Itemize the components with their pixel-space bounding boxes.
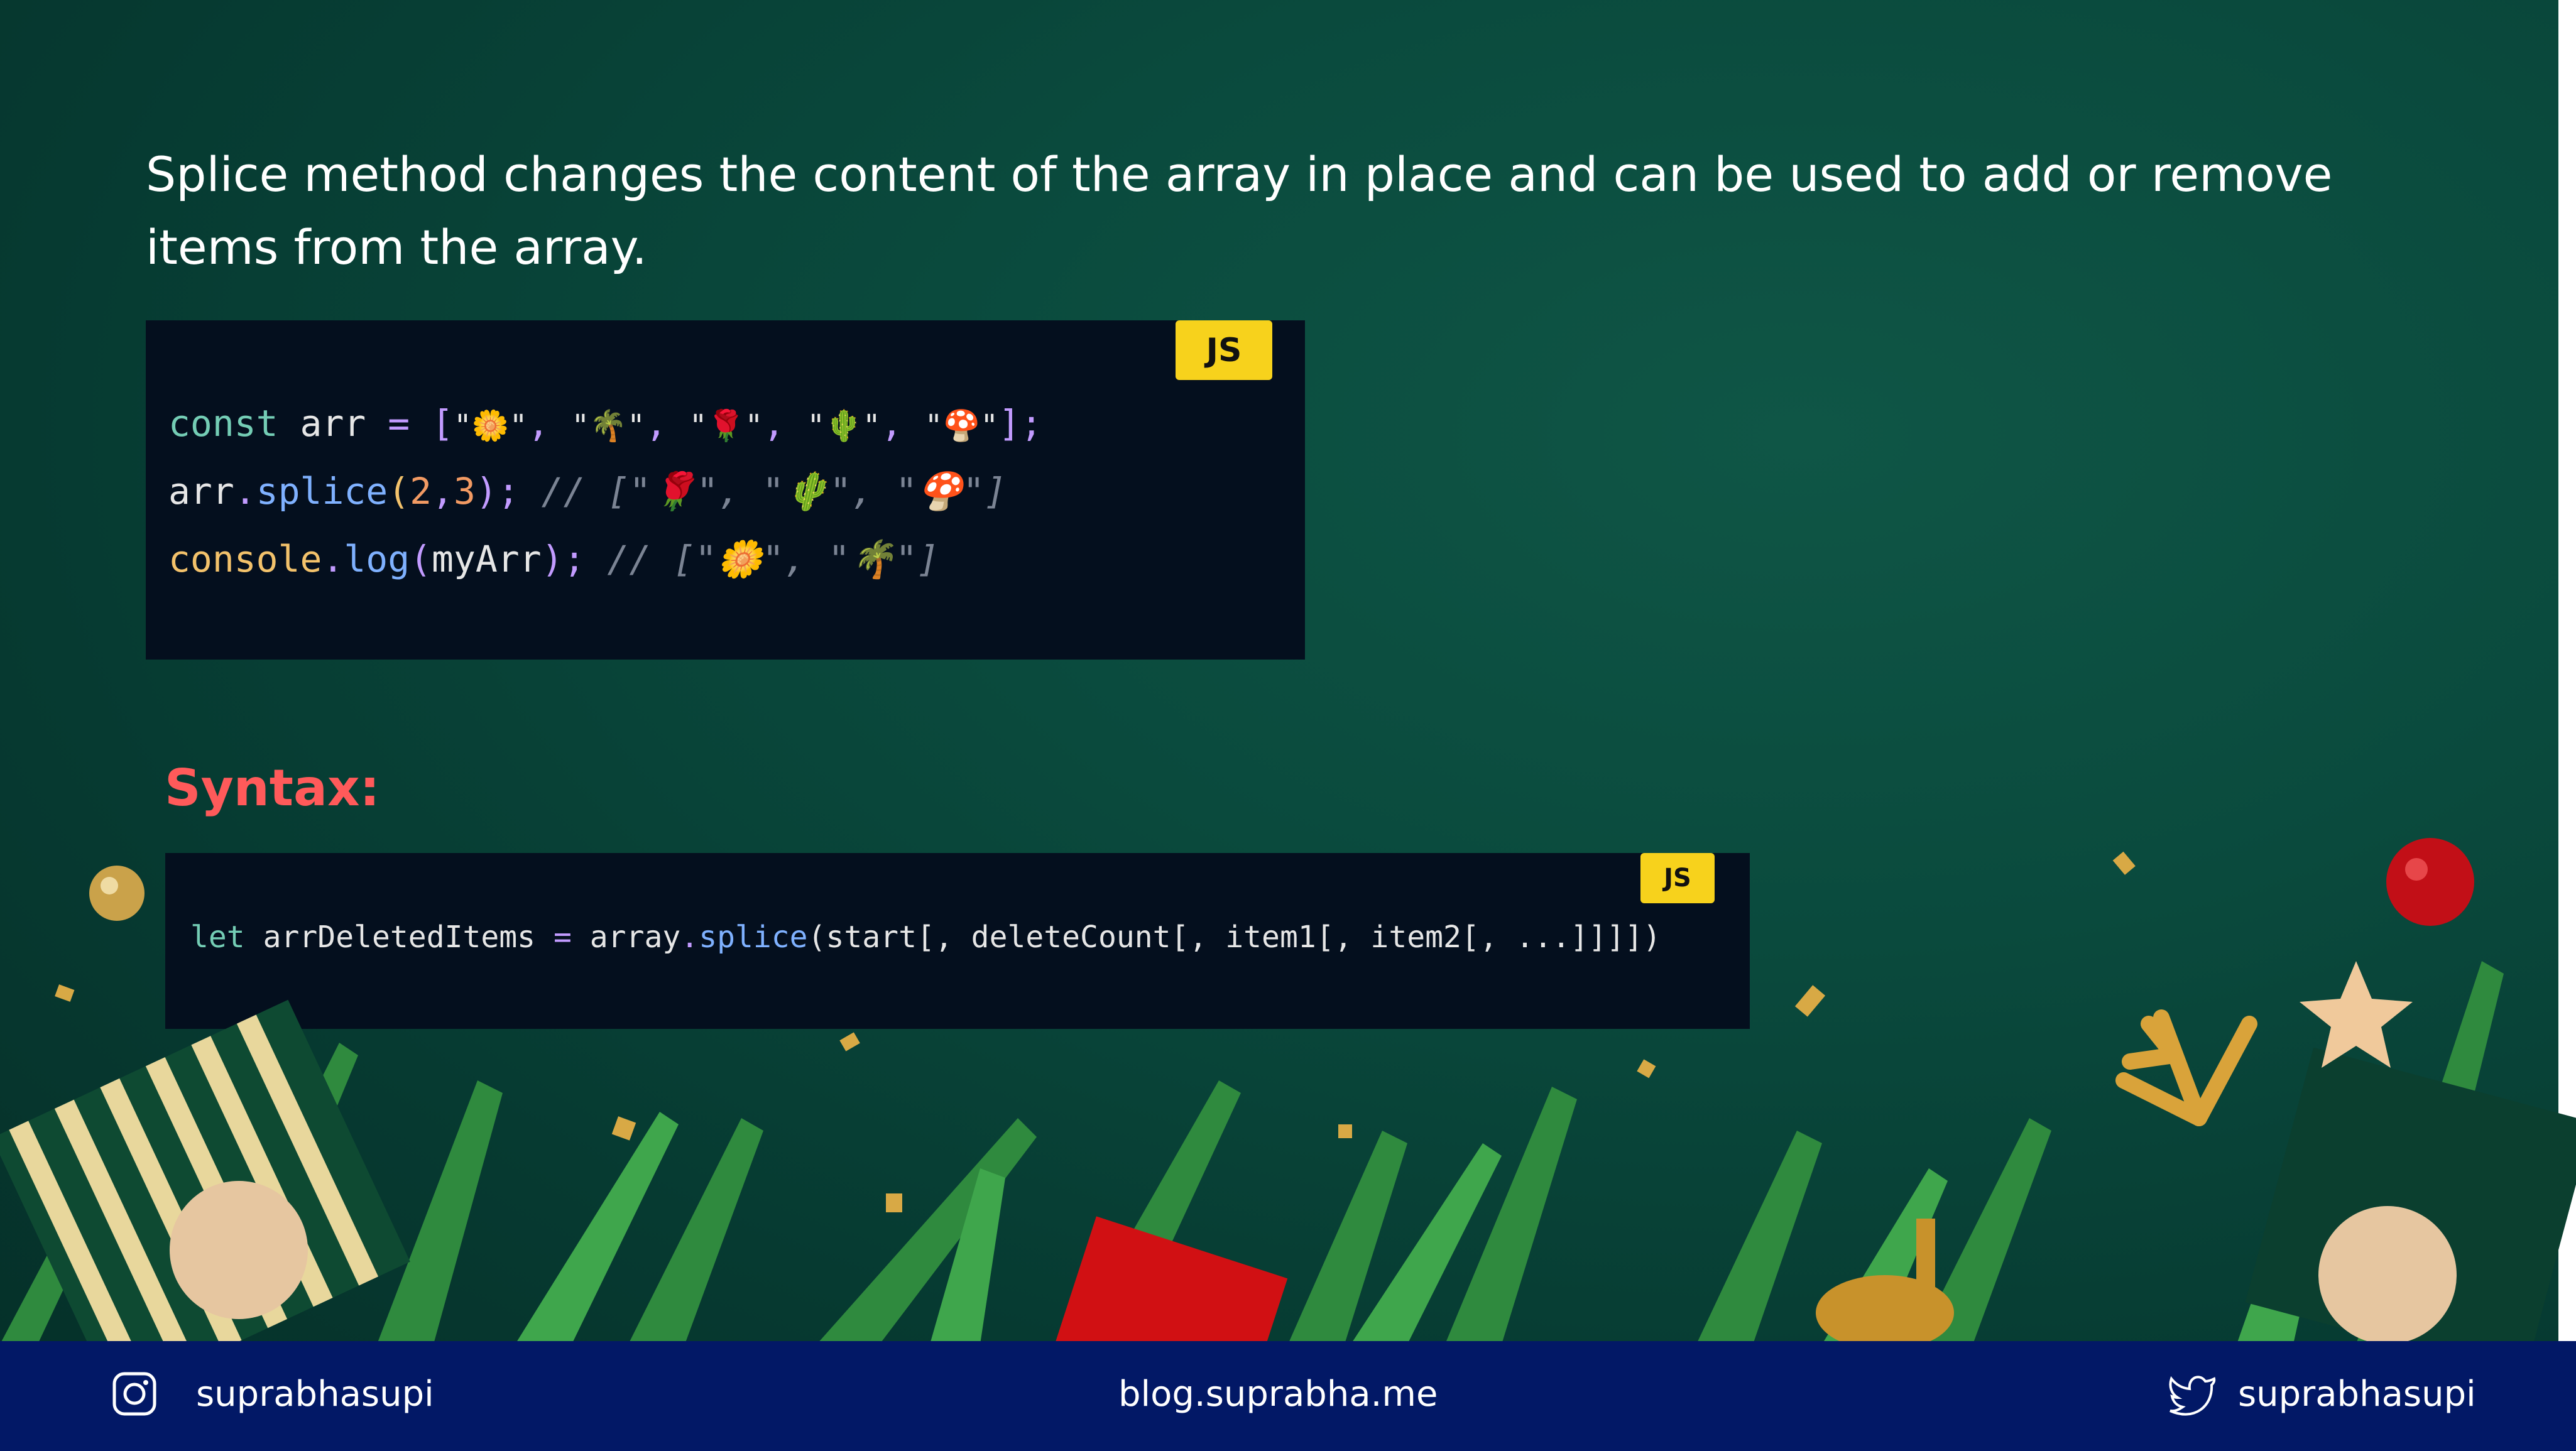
twitter-icon[interactable] — [2169, 1371, 2217, 1416]
dot: . — [234, 470, 256, 513]
arg-myarr: myArr — [432, 538, 542, 580]
identifier-arr: arr — [278, 402, 388, 445]
method-splice: splice — [256, 470, 388, 513]
instagram-handle[interactable]: suprabhasupi — [196, 1374, 434, 1415]
bow-icon — [170, 1181, 308, 1319]
reindeer-icon — [1816, 1219, 1954, 1344]
christmas-decoration — [0, 838, 2576, 1344]
footer-bar: suprabhasupi blog.suprabha.me suprabhasu… — [0, 1341, 2576, 1451]
bow-icon — [2318, 1206, 2457, 1344]
arg-count: 3 — [453, 470, 476, 513]
syntax-heading: Syntax: — [165, 759, 380, 817]
paren-open: ( — [388, 470, 410, 513]
comment-result: // ["🌼", "🌴"] — [585, 538, 939, 580]
paren-open: ( — [410, 538, 432, 580]
gold-ornament-icon — [89, 866, 145, 921]
array-item-4: "🌵" — [807, 408, 881, 443]
dot: . — [322, 538, 344, 580]
comment-result: // ["🌹", "🌵", "🍄"] — [519, 470, 1007, 513]
array-item-5: "🍄" — [924, 408, 999, 443]
array-item-1: "🌼" — [453, 408, 528, 443]
js-badge: JS — [1176, 320, 1272, 380]
red-ornament-icon — [2386, 838, 2474, 926]
keyword-const: const — [168, 402, 278, 445]
code-block-example: JS const arr = ["🌼", "🌴", "🌹", "🌵", "🍄"]… — [146, 320, 1305, 660]
code-line-3: console.log(myArr); // ["🌼", "🌴"] — [168, 538, 939, 581]
paren-close: ); — [541, 538, 586, 580]
object-arr: arr — [168, 470, 234, 513]
code-line-2: arr.splice(2,3); // ["🌹", "🌵", "🍄"] — [168, 470, 1007, 513]
array-item-2: "🌴" — [571, 408, 645, 443]
comma: , — [432, 470, 454, 513]
slide: Splice method changes the content of the… — [0, 0, 2576, 1451]
array-item-3: "🌹" — [689, 408, 763, 443]
method-log: log — [344, 538, 410, 580]
twitter-handle[interactable]: suprabhasupi — [2238, 1374, 2476, 1415]
instagram-icon[interactable] — [112, 1371, 157, 1416]
blog-link[interactable]: blog.suprabha.me — [1118, 1374, 1438, 1415]
paren-close: ); — [475, 470, 520, 513]
assign-open: = [ — [388, 402, 454, 445]
code-line-1: const arr = ["🌼", "🌴", "🌹", "🌵", "🍄"]; — [168, 402, 1043, 445]
array-close: ]; — [998, 402, 1043, 445]
object-console: console — [168, 538, 322, 580]
intro-text: Splice method changes the content of the… — [146, 146, 2333, 275]
arg-start: 2 — [410, 470, 432, 513]
